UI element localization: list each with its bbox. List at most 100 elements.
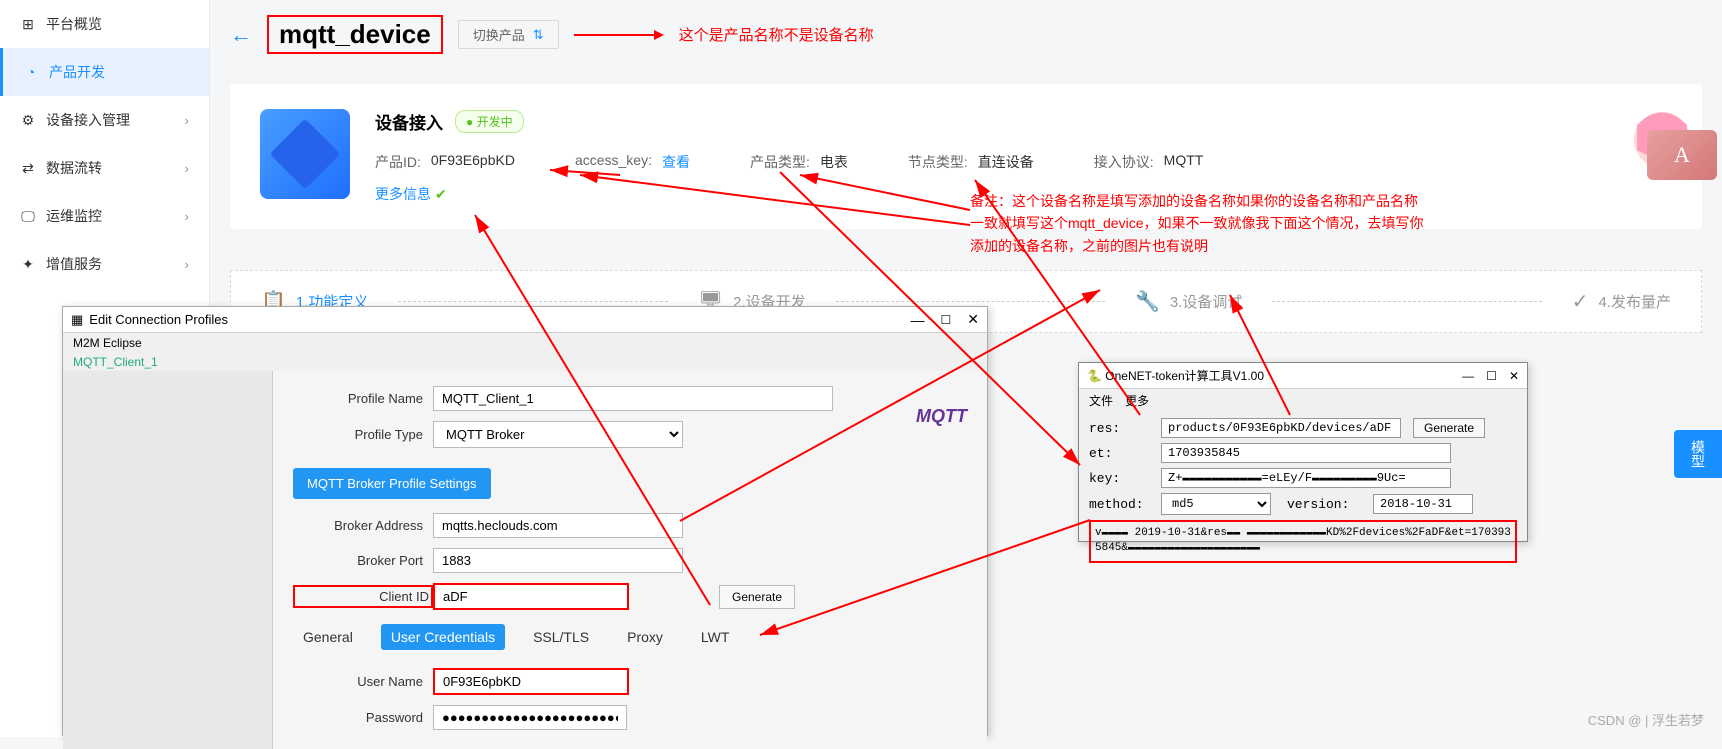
broker-address-label: Broker Address (293, 518, 433, 533)
token-menubar: 文件 更多 (1079, 389, 1527, 412)
ecp-subtitle: M2M Eclipse (63, 333, 987, 353)
version-label: version: (1287, 497, 1367, 512)
token-title: OneNET-token计算工具V1.00 (1105, 369, 1264, 383)
sidebar-item-data-flow[interactable]: ⇄ 数据流转 › (0, 144, 209, 192)
key-input[interactable] (1161, 468, 1451, 488)
device-icon (260, 109, 350, 199)
node-type-value: 直连设备 (978, 152, 1034, 172)
debug-icon: 🔧 (1135, 289, 1160, 314)
sidebar-item-value-added[interactable]: ✦ 增值服务 › (0, 240, 209, 288)
profile-name-input[interactable] (433, 386, 833, 411)
check-icon: ✓ (1572, 289, 1589, 314)
switch-product-button[interactable]: 切换产品 ⇅ (458, 20, 559, 49)
more-info-label: 更多信息 (375, 184, 431, 204)
ecp-client-item[interactable]: MQTT_Client_1 (63, 353, 987, 371)
product-type-value: 电表 (820, 152, 848, 172)
grid-icon: ⊞ (20, 16, 36, 32)
sidebar-label: 平台概览 (46, 14, 102, 34)
profile-type-select[interactable]: MQTT Broker (433, 421, 683, 448)
back-arrow-icon[interactable]: ← (230, 22, 252, 48)
annotation-product-name: 这个是产品名称不是设备名称 (679, 24, 874, 45)
python-icon: 🐍 (1087, 369, 1102, 383)
profile-type-label: Profile Type (293, 427, 433, 442)
edit-connection-profiles-window: ▦ Edit Connection Profiles — ☐ ✕ M2M Ecl… (62, 306, 988, 736)
model-button[interactable]: 模型 (1674, 430, 1722, 478)
card-title: 设备接入 (375, 109, 443, 134)
username-label: User Name (293, 674, 433, 689)
broker-settings-button[interactable]: MQTT Broker Profile Settings (293, 468, 491, 499)
maximize-icon[interactable]: ☐ (941, 313, 952, 327)
product-card: 设备接入 ● 开发中 产品ID: 0F93E6pbKD access_key: 查看… (230, 84, 1702, 229)
ecp-tabs: General User Credentials SSL/TLS Proxy L… (293, 624, 967, 650)
version-input[interactable] (1373, 494, 1473, 514)
sidebar-label: 增值服务 (46, 254, 102, 274)
annotation-arrow-icon (574, 25, 664, 45)
more-info-link[interactable]: 更多信息 ✔ (375, 184, 447, 204)
res-label: res: (1089, 421, 1155, 436)
access-key-label: access_key: (575, 152, 652, 172)
password-label: Password (293, 710, 433, 725)
main-content: ← mqtt_device 切换产品 ⇅ 这个是产品名称不是设备名称 设备接入 … (230, 15, 1702, 229)
tab-ssl-tls[interactable]: SSL/TLS (523, 624, 599, 650)
chevron-right-icon: › (184, 112, 189, 128)
client-id-label: Client ID (293, 585, 433, 608)
ecp-sidebar (63, 371, 273, 749)
tab-general[interactable]: General (293, 624, 363, 650)
token-generate-button[interactable]: Generate (1413, 418, 1485, 438)
minimize-icon[interactable]: — (911, 312, 925, 328)
gear-icon: ⚙ (20, 112, 36, 128)
product-type-label: 产品类型: (750, 152, 810, 172)
step-label: 3.设备调试 (1170, 291, 1243, 312)
minimize-icon[interactable]: — (1462, 369, 1474, 383)
monitor-icon: 🖵 (20, 208, 36, 224)
window-icon: ▦ (71, 312, 83, 328)
close-icon[interactable]: ✕ (967, 311, 979, 328)
product-id-label: 产品ID: (375, 152, 421, 172)
et-input[interactable] (1161, 443, 1451, 463)
method-select[interactable]: md5 (1161, 493, 1271, 515)
node-type-label: 节点类型: (908, 152, 968, 172)
broker-port-input[interactable] (433, 548, 683, 573)
sidebar-label: 运维监控 (46, 206, 102, 226)
token-titlebar[interactable]: 🐍 OneNET-token计算工具V1.00 — ☐ ✕ (1079, 363, 1527, 389)
sidebar-item-overview[interactable]: ⊞ 平台概览 (0, 0, 209, 48)
password-input[interactable] (433, 705, 627, 730)
step-3[interactable]: 🔧 3.设备调试 (1135, 289, 1242, 314)
tab-proxy[interactable]: Proxy (617, 624, 673, 650)
close-icon[interactable]: ✕ (1509, 369, 1519, 383)
status-badge: ● 开发中 (455, 110, 524, 133)
tab-lwt[interactable]: LWT (691, 624, 740, 650)
token-result: v▬▬▬▬ 2019-10-31&res▬▬ ▬▬▬▬▬▬▬▬▬▬▬▬KD%2F… (1089, 520, 1517, 563)
res-input[interactable] (1161, 418, 1401, 438)
key-label: key: (1089, 471, 1155, 486)
username-input[interactable] (433, 668, 629, 695)
sort-icon: ⇅ (533, 27, 544, 43)
chevron-right-icon: › (184, 208, 189, 224)
mascot-badge: A (1647, 130, 1717, 180)
sidebar-item-ops-monitor[interactable]: 🖵 运维监控 › (0, 192, 209, 240)
step-4[interactable]: ✓4.发布量产 (1572, 289, 1671, 314)
view-access-key-link[interactable]: 查看 (662, 152, 690, 172)
annotation-remark: 备注：这个设备名称是填写添加的设备名称如果你的设备名称和产品名称一致就填写这个m… (970, 190, 1430, 257)
sidebar-item-device-access[interactable]: ⚙ 设备接入管理 › (0, 96, 209, 144)
verified-icon: ✔ (435, 186, 447, 203)
sidebar-label: 产品开发 (49, 62, 105, 82)
flow-icon: ⇄ (20, 160, 36, 176)
client-id-input[interactable] (433, 583, 629, 610)
chevron-right-icon: › (184, 160, 189, 176)
ecp-form: Profile Name Profile Type MQTT Broker MQ… (273, 371, 987, 749)
menu-file[interactable]: 文件 (1089, 392, 1113, 409)
sidebar-item-product-dev[interactable]: ◔ 产品开发 (0, 48, 209, 96)
broker-address-input[interactable] (433, 513, 683, 538)
tab-user-credentials[interactable]: User Credentials (381, 624, 505, 650)
product-id-value: 0F93E6pbKD (431, 152, 515, 172)
ecp-titlebar[interactable]: ▦ Edit Connection Profiles — ☐ ✕ (63, 307, 987, 333)
product-title: mqtt_device (267, 15, 443, 54)
broker-port-label: Broker Port (293, 553, 433, 568)
protocol-label: 接入协议: (1094, 152, 1154, 172)
generate-client-id-button[interactable]: Generate (719, 585, 795, 609)
et-label: et: (1089, 446, 1155, 461)
maximize-icon[interactable]: ☐ (1486, 369, 1497, 383)
menu-more[interactable]: 更多 (1125, 392, 1149, 409)
onenet-token-window: 🐍 OneNET-token计算工具V1.00 — ☐ ✕ 文件 更多 res:… (1078, 362, 1528, 542)
